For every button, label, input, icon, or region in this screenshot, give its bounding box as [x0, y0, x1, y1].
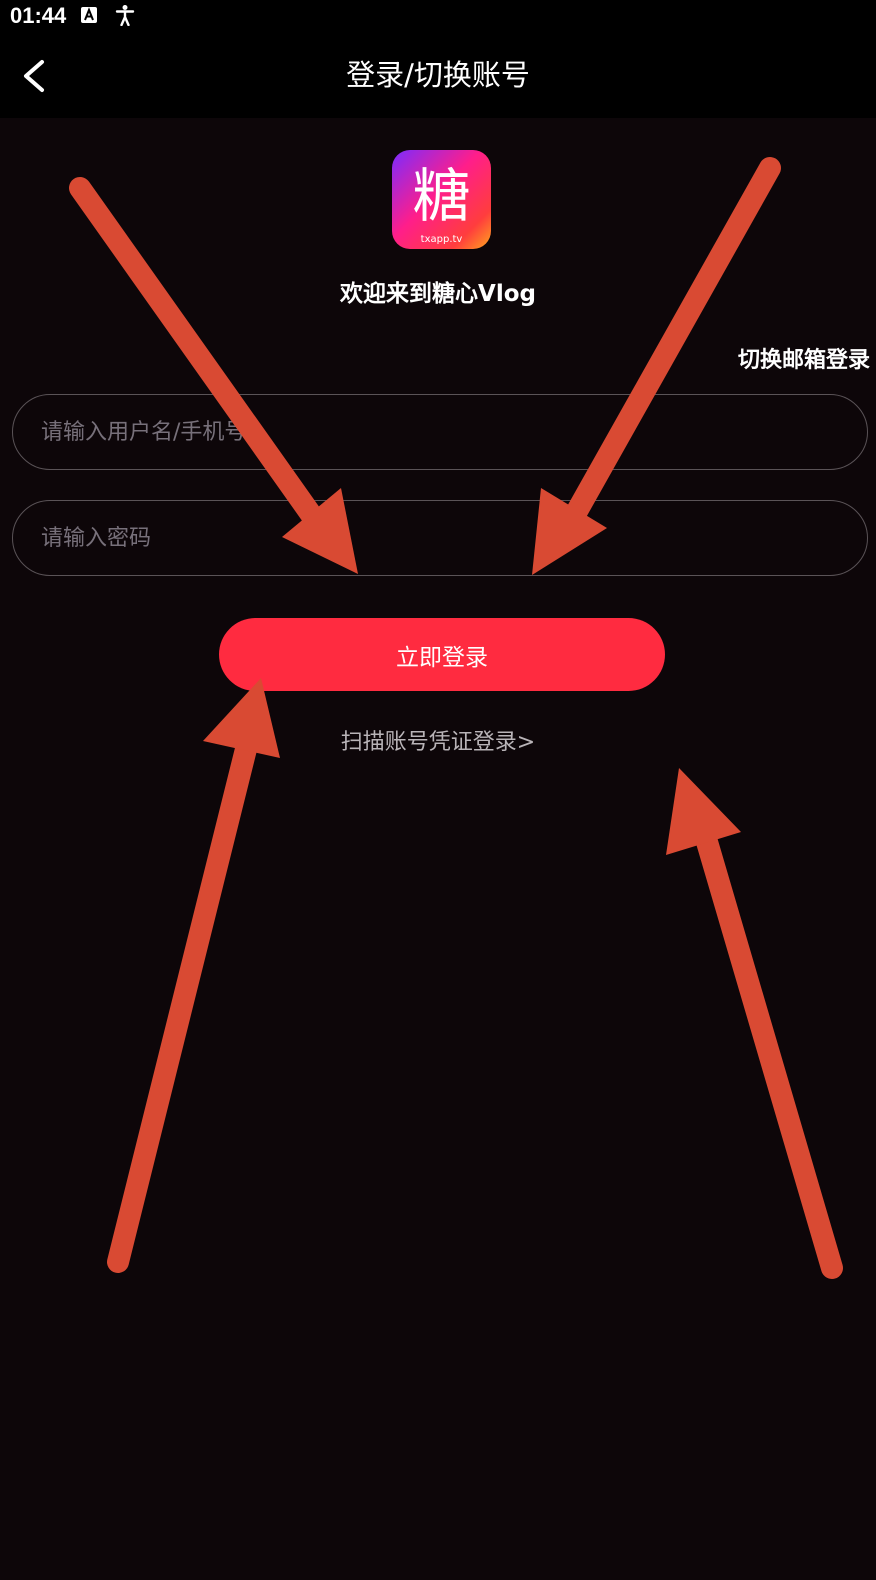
annotation-arrow-3: [107, 714, 263, 1273]
status-time: 01:44: [10, 3, 67, 28]
arrowhead-4: [666, 768, 741, 855]
password-input[interactable]: [41, 501, 831, 575]
login-screen: 01:44 登录/切换账号 糖 txapp.tv 欢迎来到糖心Vlog 切换邮箱…: [0, 0, 876, 1580]
welcome-text: 欢迎来到糖心Vlog: [340, 281, 536, 307]
status-bar: 01:44: [0, 0, 876, 34]
switch-email-login-link[interactable]: 切换邮箱登录: [738, 342, 870, 374]
accessibility-icon: [115, 5, 135, 26]
nav-bar: 登录/切换账号: [0, 34, 876, 118]
annotation-arrow-1: [69, 177, 326, 531]
text-a-icon: [81, 7, 97, 23]
scan-credential-login-link[interactable]: 扫描账号凭证登录>: [0, 724, 876, 756]
page-title: 登录/切换账号: [346, 58, 530, 92]
app-logo: 糖 txapp.tv: [392, 150, 491, 249]
annotation-arrow-4: [689, 807, 843, 1279]
logo-glyph: 糖: [412, 162, 470, 230]
username-input[interactable]: [41, 395, 831, 469]
password-field: [12, 500, 868, 576]
login-button[interactable]: 立即登录: [219, 618, 665, 691]
username-field: [12, 394, 868, 470]
logo-caption: txapp.tv: [421, 234, 463, 245]
